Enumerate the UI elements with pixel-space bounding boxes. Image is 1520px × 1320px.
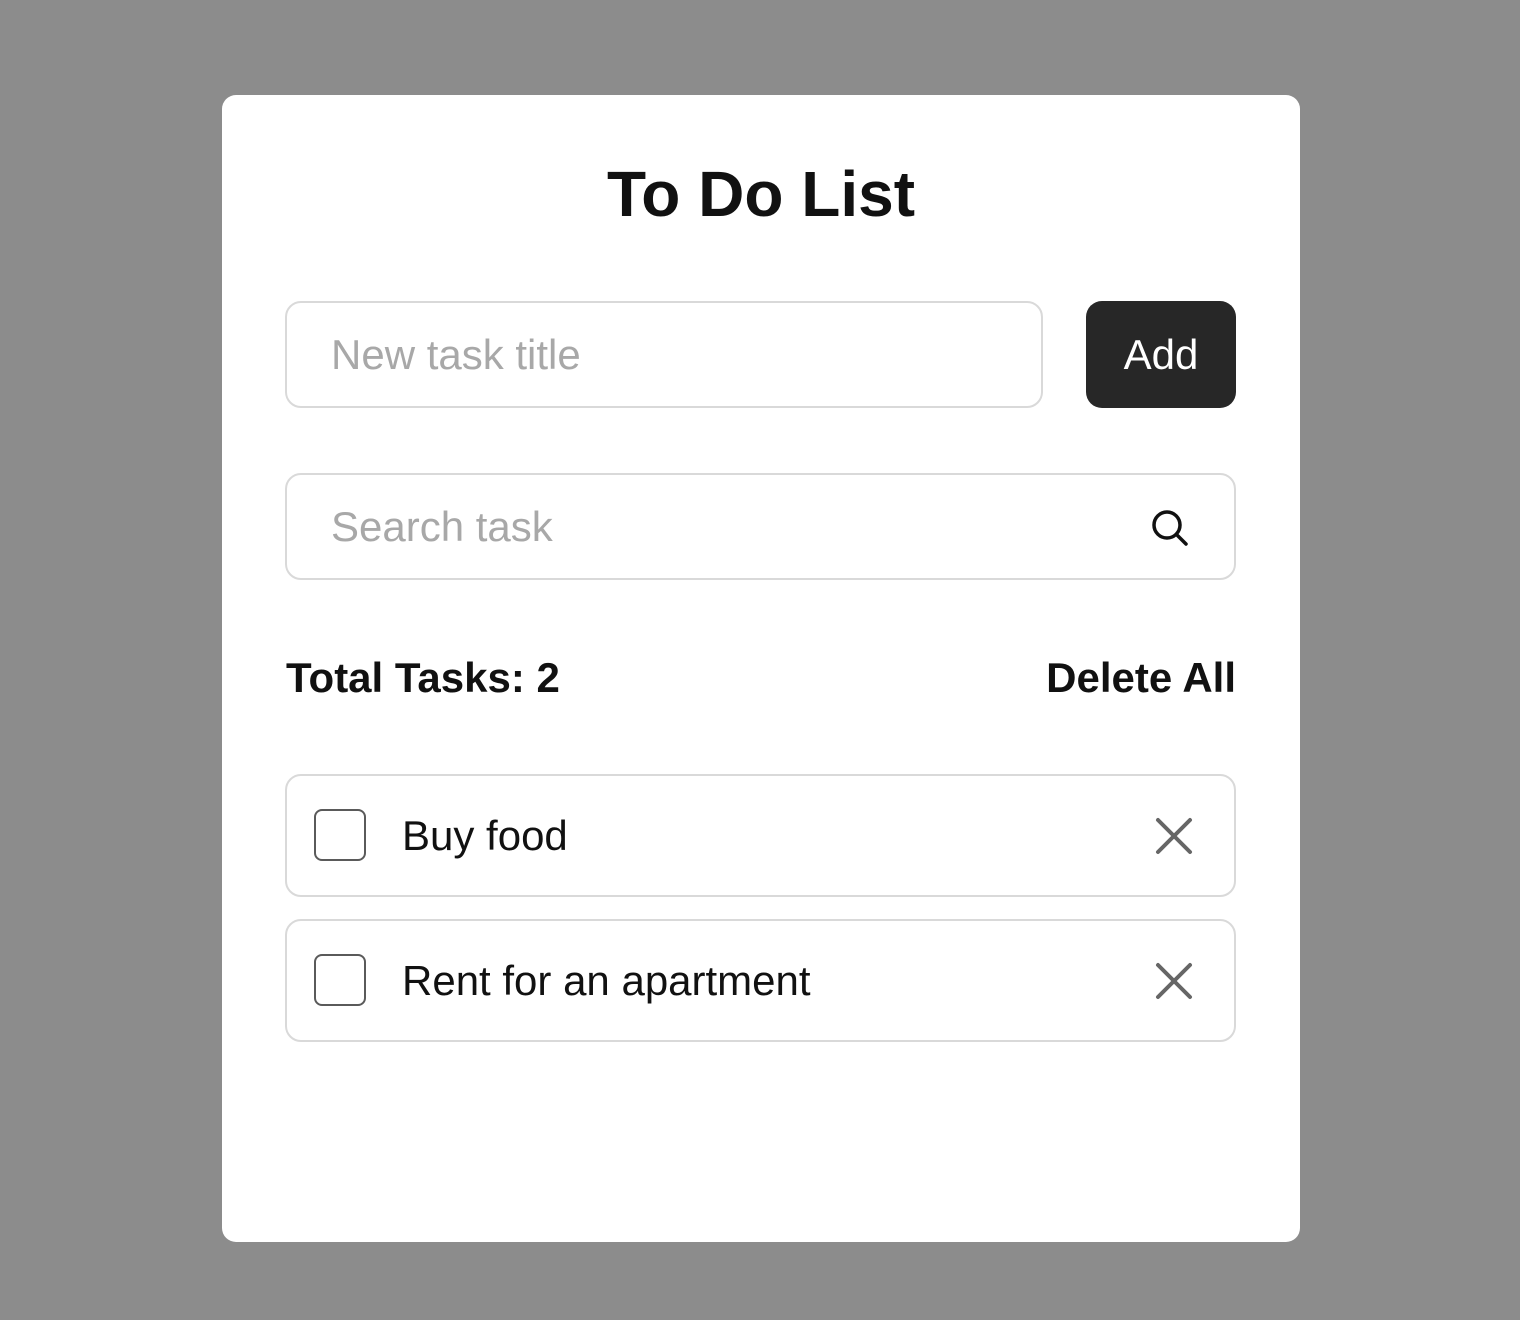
- todo-card: To Do List Add Total Tasks: 2 Delete All…: [222, 95, 1300, 1242]
- new-task-field[interactable]: [285, 301, 1043, 408]
- task-checkbox[interactable]: [314, 954, 366, 1006]
- add-button[interactable]: Add: [1086, 301, 1236, 408]
- task-item: Buy food: [285, 774, 1236, 897]
- delete-all-button[interactable]: Delete All: [1046, 653, 1236, 703]
- new-task-input[interactable]: [331, 303, 1011, 406]
- task-title: Rent for an apartment: [402, 957, 811, 1004]
- page-title: To Do List: [606, 158, 916, 230]
- search-input[interactable]: [331, 475, 1131, 578]
- total-tasks-count: Total Tasks: 2: [286, 654, 560, 701]
- search-field[interactable]: [285, 473, 1236, 580]
- task-checkbox[interactable]: [314, 809, 366, 861]
- close-icon[interactable]: [1154, 961, 1194, 1001]
- task-title: Buy food: [402, 812, 568, 859]
- search-icon[interactable]: [1150, 508, 1190, 548]
- task-item: Rent for an apartment: [285, 919, 1236, 1042]
- close-icon[interactable]: [1154, 816, 1194, 856]
